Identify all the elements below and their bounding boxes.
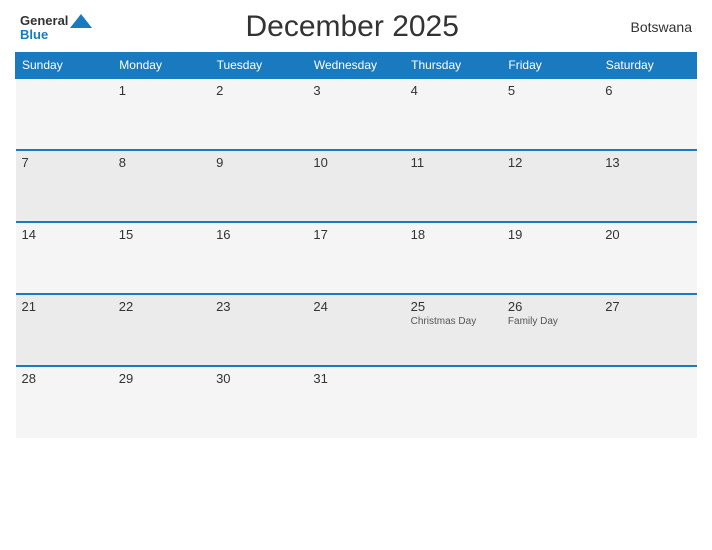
logo: General Blue: [20, 14, 92, 41]
calendar-cell: 19: [502, 222, 599, 294]
header-thursday: Thursday: [405, 53, 502, 79]
day-number: 22: [119, 299, 204, 314]
calendar-cell: 27: [599, 294, 696, 366]
day-number: 24: [313, 299, 398, 314]
day-number: 8: [119, 155, 204, 170]
day-number: 29: [119, 371, 204, 386]
calendar-cell: 5: [502, 78, 599, 150]
calendar-cell: 13: [599, 150, 696, 222]
calendar-cell: 16: [210, 222, 307, 294]
calendar-cell: 21: [16, 294, 113, 366]
day-number: 12: [508, 155, 593, 170]
calendar-cell: 12: [502, 150, 599, 222]
day-number: 17: [313, 227, 398, 242]
calendar-week-row: 28 29 30 31: [16, 366, 697, 438]
day-number: 27: [605, 299, 690, 314]
day-number: 13: [605, 155, 690, 170]
calendar-cell: 15: [113, 222, 210, 294]
calendar-cell: 30: [210, 366, 307, 438]
calendar-cell: 1: [113, 78, 210, 150]
calendar-cell: [599, 366, 696, 438]
calendar-cell: [502, 366, 599, 438]
calendar-title: December 2025: [92, 10, 612, 44]
day-number: 3: [313, 83, 398, 98]
calendar-cell: 17: [307, 222, 404, 294]
day-number: 15: [119, 227, 204, 242]
header-sunday: Sunday: [16, 53, 113, 79]
logo-icon: [70, 14, 92, 28]
calendar-cell: 23: [210, 294, 307, 366]
day-number: 19: [508, 227, 593, 242]
day-number: 1: [119, 83, 204, 98]
day-number: 11: [411, 155, 496, 170]
calendar-cell: 20: [599, 222, 696, 294]
day-number: 16: [216, 227, 301, 242]
calendar-cell: [16, 78, 113, 150]
calendar-cell: 11: [405, 150, 502, 222]
day-number: 26: [508, 299, 593, 314]
calendar-cell: 6: [599, 78, 696, 150]
calendar-cell: 7: [16, 150, 113, 222]
calendar-week-row: 21 22 23 24 25 Christmas Day 26 Family Day 27: [16, 294, 697, 366]
day-number: 10: [313, 155, 398, 170]
day-number: 5: [508, 83, 593, 98]
header: General Blue December 2025 Botswana: [15, 10, 697, 44]
day-number: 6: [605, 83, 690, 98]
calendar-cell: 2: [210, 78, 307, 150]
holiday-label: Family Day: [508, 316, 593, 327]
calendar-cell: 28: [16, 366, 113, 438]
calendar-cell: 8: [113, 150, 210, 222]
calendar-container: General Blue December 2025 Botswana Sund…: [0, 0, 712, 550]
calendar-week-row: 14 15 16 17 18 19 20: [16, 222, 697, 294]
day-number: 14: [22, 227, 107, 242]
calendar-cell: 25 Christmas Day: [405, 294, 502, 366]
day-number: 23: [216, 299, 301, 314]
calendar-cell: 9: [210, 150, 307, 222]
logo-general-text: General: [20, 14, 68, 27]
calendar-week-row: 789 10 11 12 13: [16, 150, 697, 222]
day-number: 9: [216, 155, 301, 170]
logo-blue-text: Blue: [20, 28, 48, 41]
calendar-week-row: 123456: [16, 78, 697, 150]
calendar-cell: 10: [307, 150, 404, 222]
day-number: 30: [216, 371, 301, 386]
day-number: 4: [411, 83, 496, 98]
calendar-cell: 26 Family Day: [502, 294, 599, 366]
day-number: 25: [411, 299, 496, 314]
header-wednesday: Wednesday: [307, 53, 404, 79]
calendar-cell: 29: [113, 366, 210, 438]
day-number: 28: [22, 371, 107, 386]
header-tuesday: Tuesday: [210, 53, 307, 79]
calendar-cell: 4: [405, 78, 502, 150]
header-saturday: Saturday: [599, 53, 696, 79]
day-number: 18: [411, 227, 496, 242]
calendar-cell: 31: [307, 366, 404, 438]
calendar-table: Sunday Monday Tuesday Wednesday Thursday…: [15, 52, 697, 438]
calendar-cell: 22: [113, 294, 210, 366]
day-number: 7: [22, 155, 107, 170]
day-number: 2: [216, 83, 301, 98]
day-number: 20: [605, 227, 690, 242]
header-friday: Friday: [502, 53, 599, 79]
weekday-header-row: Sunday Monday Tuesday Wednesday Thursday…: [16, 53, 697, 79]
holiday-label: Christmas Day: [411, 316, 496, 327]
calendar-cell: 18: [405, 222, 502, 294]
day-number: 21: [22, 299, 107, 314]
day-number: 31: [313, 371, 398, 386]
calendar-cell: [405, 366, 502, 438]
country-label: Botswana: [612, 19, 692, 35]
header-monday: Monday: [113, 53, 210, 79]
calendar-cell: 14: [16, 222, 113, 294]
calendar-cell: 3: [307, 78, 404, 150]
calendar-cell: 24: [307, 294, 404, 366]
